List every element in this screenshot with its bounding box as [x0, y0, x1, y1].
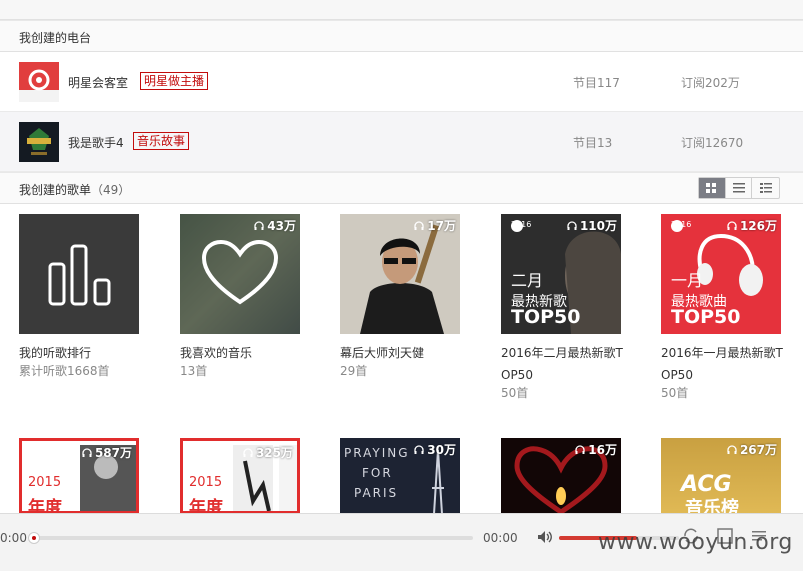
- radio-name[interactable]: 我是歌手4: [68, 134, 124, 151]
- playlist-card[interactable]: 我的听歌排行 累计听歌1668首: [19, 214, 139, 378]
- volume-icon[interactable]: [537, 530, 553, 544]
- play-count: 43万: [254, 217, 296, 234]
- playlist-card[interactable]: 2016 二月 最热新歌 TOP50 110万 2016年二月最热新歌TOP50…: [501, 214, 623, 400]
- play-count: 30万: [414, 441, 456, 458]
- playlist-title[interactable]: 2016年二月最热新歌TOP50: [501, 342, 625, 386]
- headphones-icon: [254, 220, 264, 230]
- playlist-subtitle: 29首: [340, 364, 368, 378]
- radio-row[interactable]: 我是歌手4 音乐故事 节目13 订阅12670: [0, 112, 803, 172]
- playlist-card[interactable]: ACG 音乐榜 267万: [661, 438, 781, 514]
- playlist-subtitle: 累计听歌1668首: [19, 364, 110, 378]
- play-count: 587万: [82, 444, 132, 461]
- elapsed-time: 0:00: [0, 531, 27, 545]
- radio-row[interactable]: 明星会客室 明星做主播 节目117 订阅202万: [0, 52, 803, 112]
- progress-handle[interactable]: [28, 532, 40, 544]
- top-strip: [0, 0, 803, 20]
- play-count: 16万: [575, 441, 617, 458]
- playlist-subtitle: 13首: [180, 364, 208, 378]
- playlist-count: （49）: [91, 183, 131, 197]
- playlist-card[interactable]: 43万 我喜欢的音乐 13首: [180, 214, 300, 378]
- watermark-text: www.wooyun.org: [598, 530, 793, 555]
- playlist-cover[interactable]: 43万: [180, 214, 300, 334]
- cover-text-line: PARIS: [354, 486, 399, 500]
- playlist-cover[interactable]: 2016 一月 最热歌曲 TOP50 126万: [661, 214, 781, 334]
- bar-chart-icon: [48, 244, 111, 306]
- playlist-cover[interactable]: 2016 二月 最热新歌 TOP50 110万: [501, 214, 621, 334]
- play-count: 126万: [727, 217, 777, 234]
- playlist-title[interactable]: 2016年一月最热新歌TOP50: [661, 342, 785, 386]
- headphones-icon: [567, 220, 577, 230]
- radios-section-title: 我创建的电台: [19, 31, 92, 45]
- playlist-card[interactable]: 2015 年度 587万: [19, 438, 139, 514]
- grid-view-button[interactable]: [699, 178, 726, 198]
- headphones-icon: [575, 444, 585, 454]
- cover-month: 二月: [511, 271, 544, 290]
- radio-category-tag[interactable]: 明星做主播: [140, 72, 209, 90]
- cover-month: 一月: [671, 271, 704, 290]
- radios-section-header: 我创建的电台: [0, 20, 803, 52]
- playlist-card[interactable]: 2015 年度 325万: [180, 438, 300, 514]
- playlist-cover[interactable]: [19, 214, 139, 334]
- playlist-card[interactable]: 17万 幕后大师刘天健 29首: [340, 214, 460, 378]
- cover-subtitle: 音乐榜: [685, 498, 739, 514]
- grid-view-icon: [706, 182, 717, 193]
- cover-title: 年度: [189, 498, 223, 514]
- cover-rank: TOP50: [671, 306, 741, 328]
- cover-title: 年度: [28, 498, 62, 514]
- radio-program-count: 节目13: [573, 136, 613, 150]
- playlist-card[interactable]: 16万: [501, 438, 621, 514]
- playlist-cover[interactable]: 16万: [501, 438, 621, 514]
- play-count: 17万: [414, 217, 456, 234]
- play-count: 110万: [567, 217, 617, 234]
- radio-cover[interactable]: [19, 122, 59, 162]
- playlist-title[interactable]: 我的听歌排行: [19, 342, 143, 364]
- list-view-icon: [732, 183, 745, 193]
- detail-list-view-button[interactable]: [752, 178, 779, 198]
- cover-year: 2015: [28, 475, 62, 490]
- playlist-subtitle: 50首: [661, 386, 689, 400]
- cover-year: 2016: [511, 220, 532, 229]
- cover-year: 2016: [671, 220, 692, 229]
- headphones-icon: [82, 447, 92, 457]
- playlists-section-title: 我创建的歌单（49）: [19, 183, 131, 197]
- playlist-title[interactable]: 我喜欢的音乐: [180, 342, 304, 364]
- radio-category-tag[interactable]: 音乐故事: [133, 132, 190, 150]
- radio-cover[interactable]: [19, 62, 59, 102]
- headphones-icon: [414, 444, 424, 454]
- total-time: 00:00: [483, 531, 518, 545]
- playlist-cover[interactable]: 2015 年度 587万: [19, 438, 139, 514]
- player-bar: 0:00 00:00 www.wooyun.org: [0, 513, 803, 571]
- detail-list-view-icon: [759, 183, 772, 193]
- radio-name[interactable]: 明星会客室: [68, 74, 128, 91]
- headphones-icon: [414, 220, 424, 230]
- headphones-icon: [243, 447, 253, 457]
- playlist-cover[interactable]: 17万: [340, 214, 460, 334]
- radio-program-count: 节目117: [573, 76, 620, 90]
- playlist-cover[interactable]: ACG 音乐榜 267万: [661, 438, 781, 514]
- playlist-cover[interactable]: 2015 年度 325万: [180, 438, 300, 514]
- view-mode-switch: [698, 177, 780, 199]
- playlist-cover[interactable]: PRAYING FOR PARIS 30万: [340, 438, 460, 514]
- playlist-title[interactable]: 幕后大师刘天健: [340, 342, 464, 364]
- list-view-button[interactable]: [726, 178, 753, 198]
- playlist-card[interactable]: 2016 一月 最热歌曲 TOP50 126万 2016年一月最热新歌TOP50…: [661, 214, 783, 400]
- cover-text-line: PRAYING: [344, 446, 410, 460]
- play-count: 325万: [243, 444, 293, 461]
- cover-text-line: FOR: [362, 466, 393, 480]
- playlist-card[interactable]: PRAYING FOR PARIS 30万: [340, 438, 460, 514]
- cover-year: 2015: [189, 475, 223, 490]
- headphones-icon: [727, 220, 737, 230]
- radio-subscription-count: 订阅202万: [681, 76, 740, 90]
- playlist-subtitle: 50首: [501, 386, 529, 400]
- headphones-icon: [727, 444, 737, 454]
- cover-rank: TOP50: [511, 306, 581, 328]
- radio-subscription-count: 订阅12670: [681, 136, 744, 150]
- play-count: 267万: [727, 441, 777, 458]
- progress-bar[interactable]: [28, 532, 473, 544]
- playlists-section-header: 我创建的歌单（49）: [0, 172, 803, 204]
